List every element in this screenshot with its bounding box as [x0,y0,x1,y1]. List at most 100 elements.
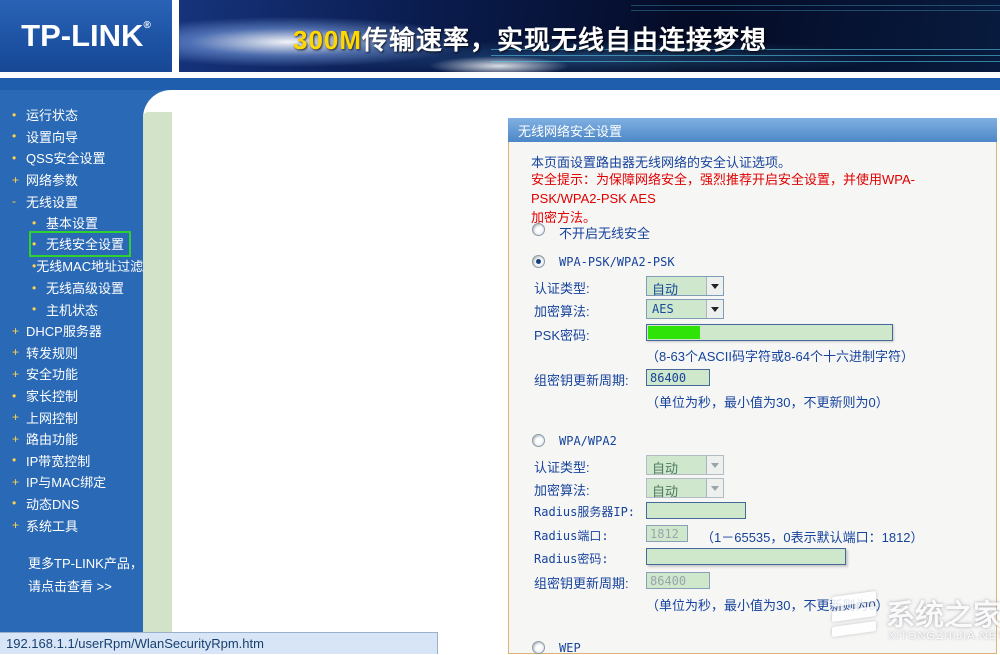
sidebar-item-host-status[interactable]: •主机状态 [0,298,143,320]
expand-icon: + [12,410,26,424]
expand-icon: + [12,367,26,381]
wpa-encryption-select: 自动 [646,478,724,498]
xitongzhijia-watermark: 系统之家 XITONGZHIJIA.NET [826,586,1000,654]
sidebar-item-basic-settings[interactable]: •基本设置 [0,212,143,234]
bullet-icon: • [32,302,46,316]
encryption-value: AES [652,302,674,316]
bullet-icon: • [32,216,46,230]
tplink-logo: TP-LINK® [0,0,172,72]
status-url: 192.168.1.1/userRpm/WlanSecurityRpm.htm [6,636,264,651]
banner-slogan: 300M传输速率，实现无线自由连接梦想 [293,20,767,57]
expand-icon: + [12,345,26,359]
dropdown-button[interactable] [706,300,723,318]
bullet-icon: • [12,129,26,143]
sidebar-item-ip-mac-binding[interactable]: +IP与MAC绑定 [0,471,143,493]
wireless-security-panel: 无线网络安全设置 本页面设置路由器无线网络的安全认证选项。 安全提示：为保障网络… [508,118,997,654]
wpa-auth-type-value: 自动 [652,458,678,477]
psk-password-label: PSK密码: [534,325,590,344]
radio-no-security-label[interactable]: 不开启无线安全 [559,223,650,242]
watermark-subtitle: XITONGZHIJIA.NET [888,630,1000,642]
banner-slogan-rest: 传输速率，实现无线自由连接梦想 [362,25,767,55]
radius-password-input[interactable] [646,548,846,565]
chevron-down-icon [711,463,719,468]
sidebar-item-routing-functions[interactable]: +路由功能 [0,428,143,450]
sidebar-item-internet-access-control[interactable]: +上网控制 [0,406,143,428]
radio-wpa-label[interactable]: WPA/WPA2 [559,434,617,448]
sidebar-item-setup-wizard[interactable]: •设置向导 [0,126,143,148]
radio-no-security[interactable] [532,223,545,236]
bullet-icon: • [32,281,46,295]
dropdown-button-disabled [706,456,723,474]
sidebar-item-running-status[interactable]: •运行状态 [0,104,143,126]
sidebar-item-wireless-settings[interactable]: -无线设置 [0,190,143,212]
chevron-down-icon [711,486,719,491]
logo-text: TP-LINK [21,18,143,53]
promo-line2: 请点击查看 >> [28,575,143,598]
warning-line1: 安全提示：为保障网络安全，强烈推荐开启安全设置，并使用WPA-PSK/WPA2-… [531,172,915,206]
sidebar-item-parental-control[interactable]: •家长控制 [0,385,143,407]
expand-icon: + [12,475,26,489]
bullet-icon: • [12,453,26,467]
radio-wep-label[interactable]: WEP [559,641,581,655]
panel-title: 无线网络安全设置 [518,121,622,140]
sidebar-item-wireless-security[interactable]: •无线安全设置 [0,234,143,256]
group-key-label: 组密钥更新周期: [534,370,629,389]
sidebar-item-wireless-mac-filter[interactable]: •无线MAC地址过滤 [0,255,143,277]
wpa-group-key-label: 组密钥更新周期: [534,573,629,592]
registered-mark: ® [143,20,150,31]
sidebar-item-forwarding-rules[interactable]: +转发规则 [0,342,143,364]
psk-password-input[interactable] [646,324,893,341]
watermark-title: 系统之家 [886,592,1000,634]
group-key-hint: （单位为秒，最小值为30，不更新则为0） [646,392,889,411]
browser-status-bar: 192.168.1.1/userRpm/WlanSecurityRpm.htm [0,632,438,654]
sidebar-item-ip-bandwidth-control[interactable]: •IP带宽控制 [0,450,143,472]
wpa-encryption-value: 自动 [652,481,678,500]
radius-ip-label: Radius服务器IP: [534,503,635,520]
expand-icon: + [12,518,26,532]
sidebar-item-dhcp-server[interactable]: +DHCP服务器 [0,320,143,342]
expand-icon: + [12,432,26,446]
banner-slogan-highlight: 300M [293,25,362,55]
sidebar-item-dynamic-dns[interactable]: •动态DNS [0,493,143,515]
auth-type-label: 认证类型: [534,278,590,297]
sidebar-item-wireless-advanced[interactable]: •无线高级设置 [0,277,143,299]
bullet-icon: • [12,151,26,165]
bullet-icon: • [32,237,46,251]
wpa-auth-type-select: 自动 [646,455,724,475]
auth-type-select[interactable]: 自动 [646,276,724,296]
bullet-icon: • [12,496,26,510]
sidebar-item-system-tools[interactable]: +系统工具 [0,514,143,536]
sidebar: •运行状态 •设置向导 •QSS安全设置 +网络参数 -无线设置 •基本设置 •… [0,90,143,654]
radio-wpa-psk-label[interactable]: WPA-PSK/WPA2-PSK [559,255,675,269]
radius-password-label: Radius密码: [534,550,609,567]
more-products-link[interactable]: 更多TP-LINK产品， 请点击查看 >> [28,552,143,598]
dropdown-button[interactable] [706,277,723,295]
radius-port-label: Radius端口: [534,527,609,544]
sidebar-item-security-functions[interactable]: +安全功能 [0,363,143,385]
collapse-icon: - [12,194,26,208]
auth-type-value: 自动 [652,279,678,298]
security-warning: 安全提示：为保障网络安全，强烈推荐开启安全设置，并使用WPA-PSK/WPA2-… [531,170,983,227]
encryption-select[interactable]: AES [646,299,724,319]
encryption-label: 加密算法: [534,301,590,320]
radio-wpa-psk[interactable] [532,255,545,268]
sidebar-item-network-params[interactable]: +网络参数 [0,169,143,191]
radio-wpa[interactable] [532,434,545,447]
highlight-box: •无线安全设置 [29,231,131,257]
panel-header: 无线网络安全设置 [508,118,997,142]
group-key-input[interactable] [646,369,710,386]
radio-wep[interactable] [532,641,545,654]
radius-port-input [646,525,688,542]
sidebar-menu: •运行状态 •设置向导 •QSS安全设置 +网络参数 -无线设置 •基本设置 •… [0,104,143,536]
wpa-encryption-label: 加密算法: [534,480,590,499]
chevron-down-icon [711,307,719,312]
banner-image: 300M传输速率，实现无线自由连接梦想 [179,0,1000,72]
chevron-down-icon [711,284,719,289]
radius-ip-input[interactable] [646,502,746,519]
intro-text: 本页面设置路由器无线网络的安全认证选项。 [531,152,791,171]
top-divider-bar [0,78,1000,90]
wpa-group-key-input [646,572,710,589]
sidebar-item-qss-security[interactable]: •QSS安全设置 [0,147,143,169]
panel-body: 本页面设置路由器无线网络的安全认证选项。 安全提示：为保障网络安全，强烈推荐开启… [508,142,997,654]
bullet-icon: • [12,108,26,122]
